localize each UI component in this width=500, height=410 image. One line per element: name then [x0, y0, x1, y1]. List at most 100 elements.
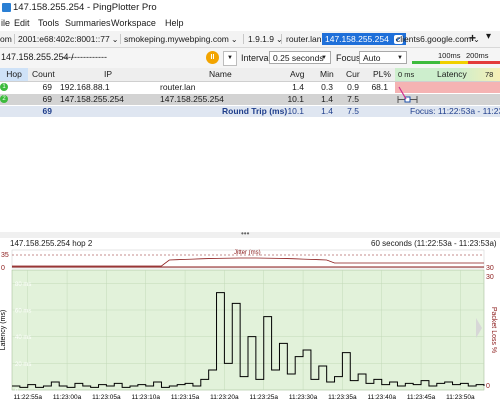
legend-200ms: 200ms	[466, 51, 489, 60]
focus-label: Focus	[336, 53, 361, 63]
latency-legend: 100ms 200ms	[412, 50, 500, 66]
x-tick-label: 11:23:30a	[289, 394, 318, 401]
y2-axis-label: Packet Loss %	[490, 307, 497, 353]
menu-tools[interactable]: Tools	[38, 18, 59, 28]
tab-147-158-255-254[interactable]: 147.158.255.254 ✔	[322, 33, 406, 45]
tab-smokeping[interactable]: smokeping.mywebping.com ⌄	[124, 33, 238, 45]
interval-select[interactable]: 0.25 seconds ▼	[269, 51, 331, 64]
min-cell: 0.3	[321, 82, 333, 92]
toolbar: 147.158.255.254 / --------------- II ▼ I…	[0, 48, 500, 68]
header-latency: Latency	[437, 69, 467, 79]
window-title: 147.158.255.254 - PingPlotter Pro	[13, 2, 157, 13]
menu-help[interactable]: Help	[165, 18, 184, 28]
name-cell: 147.158.255.254	[160, 94, 224, 104]
more-tabs-icon[interactable]: ▾	[486, 31, 491, 42]
tab-separator	[120, 34, 121, 44]
legend-100ms: 100ms	[438, 51, 461, 60]
header-ip[interactable]: IP	[104, 68, 112, 81]
header-count[interactable]: Count	[32, 68, 55, 81]
chevron-down-icon[interactable]: ⌄	[231, 35, 238, 44]
x-tick-label: 11:23:10a	[132, 394, 161, 401]
tab-separator	[243, 34, 244, 44]
x-tick-label: 11:23:20a	[210, 394, 239, 401]
tab-separator	[14, 34, 15, 44]
pl-top-label: 30	[486, 274, 494, 281]
hop-dot: 1	[0, 83, 8, 91]
tab-1919[interactable]: 1.9.1.9 ⌄	[248, 33, 283, 45]
x-tick-label: 11:23:05a	[92, 394, 121, 401]
x-tick-label: 11:23:00a	[53, 394, 82, 401]
y-tick-label: 60 ms	[15, 309, 31, 315]
jitter-left-label: 0	[1, 265, 5, 272]
add-tab-icon[interactable]: +	[469, 31, 476, 45]
tab-strip: om 2001:e68:402c:8001::77 ⌄ smokeping.myw…	[0, 31, 500, 48]
y-tick-label: 80 ms	[15, 282, 31, 288]
menu-summaries[interactable]: Summaries	[65, 18, 111, 28]
graph-title: 147.158.255.254 hop 2	[10, 239, 93, 248]
y-tick-label: 40 ms	[15, 335, 31, 341]
pl-bottom-label: 0	[486, 383, 490, 390]
summary-focus: Focus: 11:22:53a - 11:23:53a	[410, 106, 500, 116]
menu-edit[interactable]: Edit	[14, 18, 30, 28]
focus-select[interactable]: Auto ▼	[359, 51, 407, 64]
header-avg[interactable]: Avg	[290, 68, 305, 81]
tab-om[interactable]: om	[0, 33, 12, 45]
summary-cur: 7.5	[347, 106, 359, 116]
ip-cell: 192.168.88.1	[60, 82, 110, 92]
summary-min: 1.4	[321, 106, 333, 116]
menu-bar: ile Edit Tools Summaries Workspace Help	[0, 16, 500, 31]
summary-count: 69	[42, 106, 52, 116]
legend-red-bar	[468, 61, 500, 64]
graph-range: 60 seconds (11:22:53a - 11:23:53a)	[371, 239, 497, 248]
jitter-label: Jitter (ms)	[234, 250, 261, 256]
interval-label: Interval	[241, 53, 271, 63]
tab-ipv6[interactable]: 2001:e68:402c:8001::77 ⌄	[18, 33, 118, 45]
pl-cell: 68.1	[371, 82, 388, 92]
header-name[interactable]: Name	[209, 68, 232, 81]
x-axis-ticks: 11:22:55a 11:23:00a 11:23:05a 11:23:10a 11:2…	[14, 394, 475, 401]
legend-green-bar	[412, 61, 440, 64]
count-cell: 69	[42, 94, 52, 104]
header-hop[interactable]: Hop	[0, 68, 28, 81]
hop-dot: 2	[0, 95, 8, 103]
pause-button[interactable]: II	[206, 51, 219, 64]
tab-separator	[281, 34, 282, 44]
summary-row: 69 Round Trip (ms) 10.1 1.4 7.5 Focus: 1…	[0, 106, 500, 117]
x-tick-label: 11:22:55a	[14, 394, 43, 401]
header-pl[interactable]: PL%	[373, 68, 391, 81]
tab-clients6[interactable]: clients6.google.com ⌄	[396, 33, 480, 45]
jitter-right-label: 30	[486, 265, 494, 272]
chevron-down-icon[interactable]: ▼	[223, 51, 237, 66]
x-tick-label: 11:23:40a	[368, 394, 397, 401]
header-min[interactable]: Min	[320, 68, 334, 81]
chevron-down-icon: ▼	[321, 55, 327, 61]
summary-avg: 10.1	[287, 106, 304, 116]
min-cell: 1.4	[321, 94, 333, 104]
latency-graph[interactable]: 35 0 30 Jitter (ms) 80 ms 60 ms 40 ms 20 ms…	[0, 248, 500, 410]
header-cur[interactable]: Cur	[346, 68, 360, 81]
target-suffix: ---------------	[62, 52, 107, 62]
avg-cell: 1.4	[292, 82, 304, 92]
menu-workspace[interactable]: Workspace	[111, 18, 156, 28]
cur-cell: 0.9	[347, 82, 359, 92]
summary-label: Round Trip (ms)	[222, 106, 288, 116]
splitter-grip-icon[interactable]: •••	[241, 229, 249, 238]
title-bar: 147.158.255.254 - PingPlotter Pro	[0, 0, 500, 16]
app-icon	[2, 3, 11, 12]
y-axis-label: Latency (ms)	[0, 310, 7, 350]
legend-yellow-bar	[440, 61, 468, 64]
header-max: 78 m	[485, 70, 494, 92]
x-tick-label: 11:23:50a	[446, 394, 475, 401]
chevron-down-icon: ▼	[397, 55, 403, 61]
cur-cell: 7.5	[347, 94, 359, 104]
avg-cell: 10.1	[287, 94, 304, 104]
chevron-down-icon[interactable]: ⌄	[112, 35, 119, 44]
y-tick-label: 20 ms	[15, 362, 31, 368]
ip-cell: 147.158.255.254	[60, 94, 124, 104]
x-tick-label: 11:23:15a	[171, 394, 200, 401]
menu-file[interactable]: ile	[1, 18, 10, 28]
x-tick-label: 11:23:35a	[328, 394, 357, 401]
latency-connector	[398, 86, 407, 100]
header-zero: 0 ms	[398, 70, 415, 79]
x-tick-label: 11:23:25a	[250, 394, 279, 401]
